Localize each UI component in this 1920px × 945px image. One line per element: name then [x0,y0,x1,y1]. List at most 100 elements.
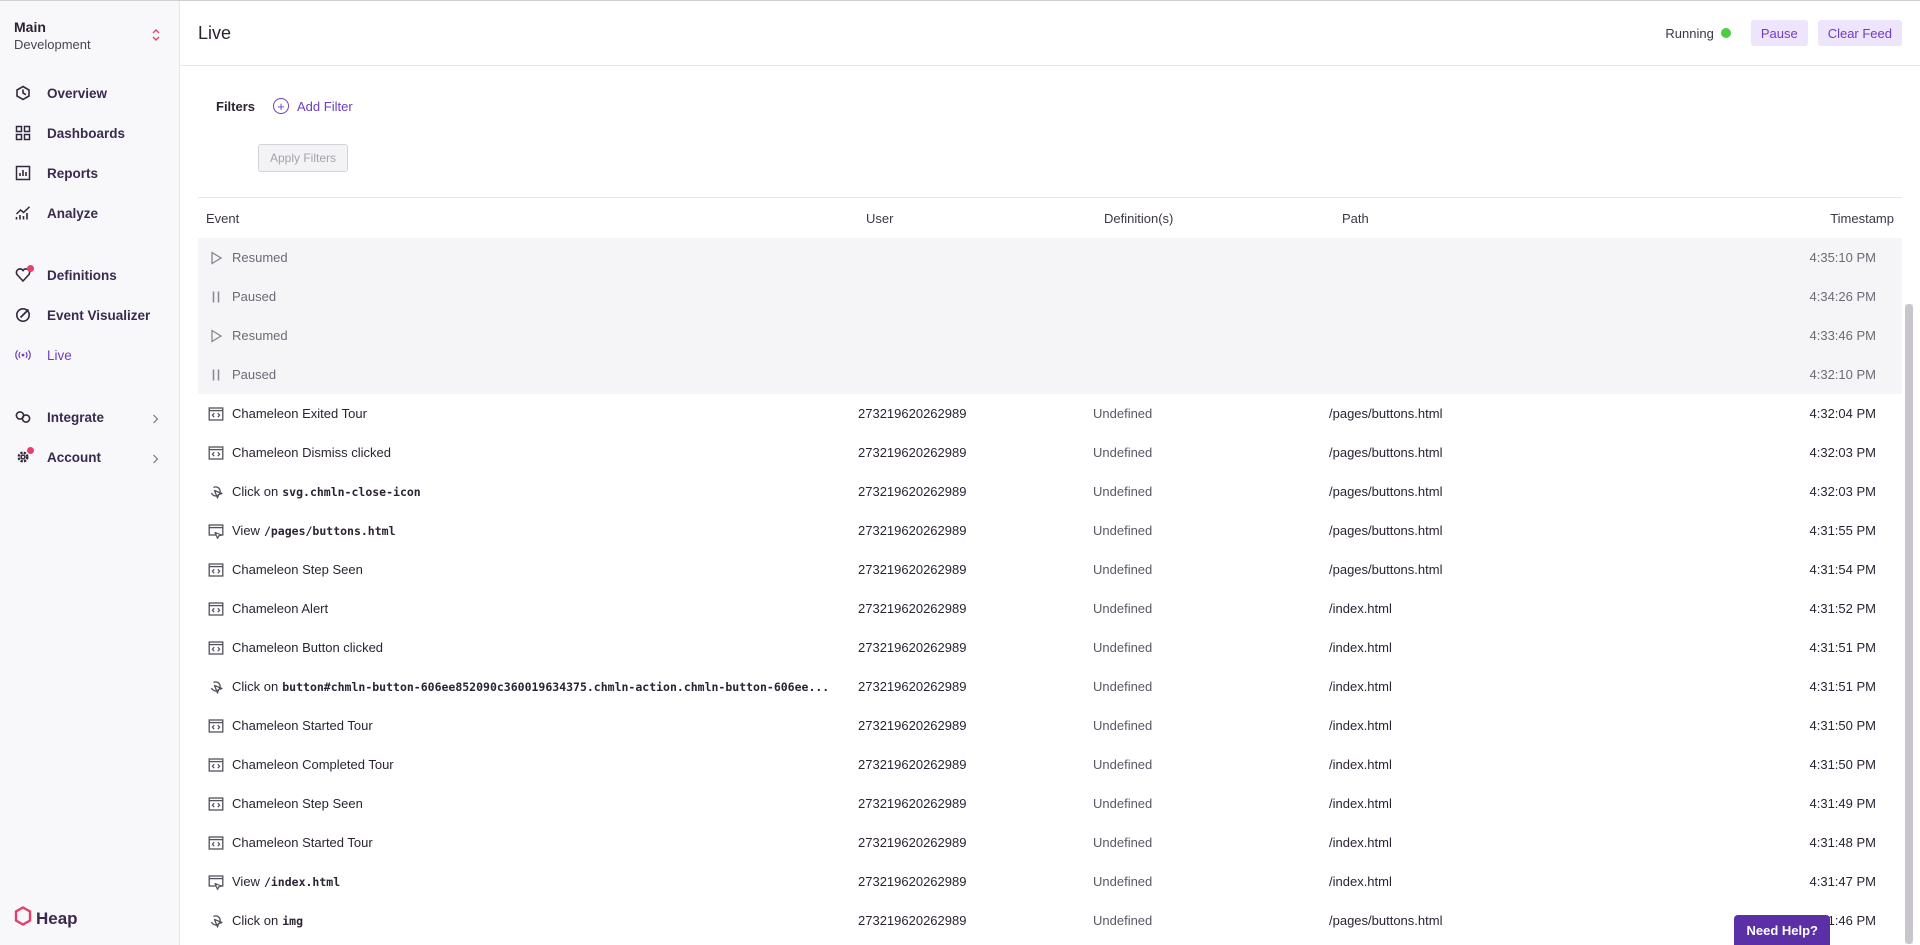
heap-logo-icon [14,906,32,931]
gear-icon [15,447,34,465]
sidebar-item-event-visualizer[interactable]: Event Visualizer [0,295,179,335]
sidebar-item-integrate[interactable]: Integrate [0,397,179,437]
page-title: Live [198,22,232,43]
click-icon [208,913,224,929]
add-filter-button[interactable]: + Add Filter [273,98,353,114]
event-label: Chameleon Step Seen [232,796,363,811]
user-cell: 273219620262989 [858,562,967,577]
table-row[interactable]: View/pages/buttons.html 273219620262989 Un… [198,511,1902,550]
table-row[interactable]: Resumed 4:33:46 PM [198,316,1902,355]
clear-feed-button[interactable]: Clear Feed [1817,20,1902,46]
path-cell: /index.html [1329,757,1392,772]
table-row[interactable]: Chameleon Started Tour 273219620262989 Und… [198,823,1902,862]
definition-cell: Undefined [1093,406,1153,421]
event-name: Chameleon Step Seen [232,562,363,577]
running-status-dot [1720,28,1731,38]
event-cell: Paused [198,367,858,383]
table-row[interactable]: Chameleon Step Seen 273219620262989 Undefi… [198,550,1902,589]
play-icon [208,328,224,344]
definition-cell: Undefined [1093,835,1153,850]
sidebar-item-live[interactable]: Live [0,335,179,375]
apply-filters-button[interactable]: Apply Filters [258,144,349,172]
event-cell: Chameleon Step Seen [198,796,858,812]
definition-cell: Undefined [1093,523,1153,538]
event-name: Paused [232,367,276,382]
event-selector: img [282,914,304,928]
timestamp-cell: 4:35:10 PM [1809,250,1877,265]
event-name: Click on img [232,913,303,928]
table-row[interactable]: Chameleon Exited Tour 273219620262989 Unde… [198,394,1902,433]
user-cell: 273219620262989 [858,445,967,460]
sidebar-item-dashboards[interactable]: Dashboards [0,113,179,153]
event-name: Chameleon Dismiss clicked [232,445,391,460]
path-cell: /index.html [1329,601,1392,616]
table-row[interactable]: View/index.html 273219620262989 Undefined /… [198,862,1902,901]
path-cell: /index.html [1329,796,1392,811]
status-text: Running [1665,25,1714,41]
event-label: Chameleon Alert [232,601,329,616]
filters-label: Filters [216,98,256,114]
table-row[interactable]: Click on button#chmln-button-606ee852090c… [198,667,1902,706]
path-cell: /pages/buttons.html [1329,562,1443,577]
definitions-icon [15,265,34,283]
environment-labels: Main Development [14,18,91,53]
sidebar-item-account[interactable]: Account [0,437,179,477]
click-icon [208,484,224,500]
event-label: Resumed [232,328,288,343]
scrollbar-thumb[interactable] [1905,304,1913,944]
table-row[interactable]: Paused 4:32:10 PM [198,355,1902,394]
code-icon [208,562,224,578]
path-cell: /pages/buttons.html [1329,445,1443,460]
sidebar-item-label: Live [47,347,72,363]
timestamp-cell: 4:31:52 PM [1809,601,1877,616]
event-label: Chameleon Dismiss clicked [232,445,391,460]
table-row[interactable]: Chameleon Completed Tour 273219620262989 U… [198,745,1902,784]
sidebar: Main Development Overview Dashboards Rep… [0,1,180,945]
broadcast-icon [15,347,31,363]
sidebar-item-reports[interactable]: Reports [0,153,179,193]
timestamp-cell: 4:32:10 PM [1809,367,1877,382]
path-cell: /index.html [1329,718,1392,733]
event-cell: Resumed [198,328,858,344]
environment-switcher[interactable]: Main Development [0,1,179,53]
code-icon [208,601,224,617]
definition-cell: Undefined [1093,640,1153,655]
table-row[interactable]: Click on svg.chmln-close-icon 273219620262… [198,472,1902,511]
table-row[interactable]: Paused 4:34:26 PM [198,277,1902,316]
event-label: Click on [232,679,279,694]
sidebar-item-analyze[interactable]: Analyze [0,193,179,233]
event-label: Click on [232,484,279,499]
pause-icon [208,367,224,383]
pause-button[interactable]: Pause [1750,20,1808,46]
user-cell: 273219620262989 [858,874,967,889]
filters-panel: Filters + Add Filter Apply Filters [198,66,1902,198]
pause-icon [208,289,224,305]
timestamp-cell: 4:31:51 PM [1809,640,1877,655]
heap-logo[interactable]: Heap [14,906,78,931]
event-cell: Resumed [198,250,858,266]
need-help-button[interactable]: Need Help? [1734,915,1830,945]
event-name: Chameleon Exited Tour [232,406,367,421]
event-name: Chameleon Started Tour [232,835,373,850]
user-cell: 273219620262989 [858,718,967,733]
table-row[interactable]: Click on img 273219620262989 Undefined/page… [198,901,1902,940]
table-row[interactable]: Chameleon Dismiss clicked 273219620262989… [198,433,1902,472]
table-row[interactable]: Chameleon Alert 273219620262989 Undefined /… [198,589,1902,628]
table-row[interactable]: Resumed 4:35:10 PM [198,238,1902,277]
user-cell: 273219620262989 [858,796,967,811]
user-cell: 273219620262989 [858,913,967,928]
sidebar-item-label: Event Visualizer [47,307,151,323]
path-cell: /pages/buttons.html [1329,523,1443,538]
table-row[interactable]: Chameleon Started Tour 273219620262989 Und… [198,706,1902,745]
sidebar-item-overview[interactable]: Overview [0,73,179,113]
definition-cell: Undefined [1093,562,1153,577]
scrollbar[interactable] [1905,304,1913,944]
table-row[interactable]: Chameleon Step Seen 273219620262989 Undefi… [198,784,1902,823]
table-row[interactable]: Chameleon Button clicked 273219620262989 U… [198,628,1902,667]
column-header-path: Path [1342,210,1369,226]
timestamp-cell: 4:31:50 PM [1809,757,1877,772]
sidebar-item-definitions[interactable]: Definitions [0,255,179,295]
user-cell: 273219620262989 [858,679,967,694]
code-icon [208,757,224,773]
user-cell: 273219620262989 [858,640,967,655]
